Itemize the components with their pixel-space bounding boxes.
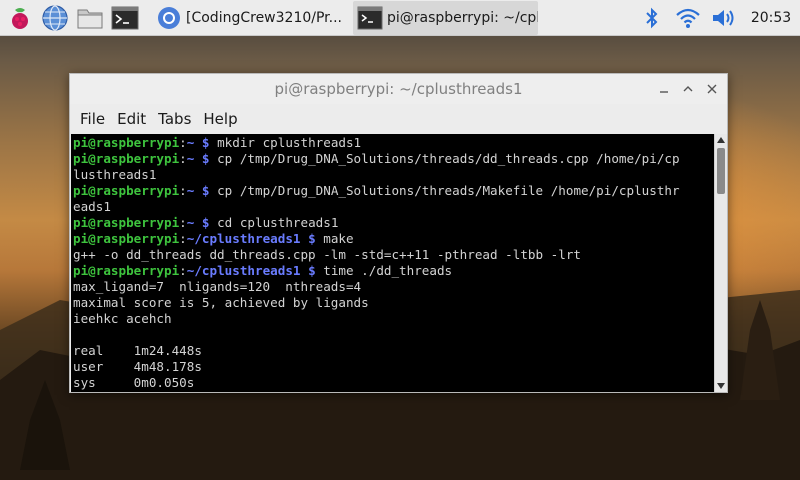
chrome-icon bbox=[158, 6, 180, 29]
prompt-path: ~/cplusthreads1 $ bbox=[186, 263, 316, 278]
terminal-text: ieehkc acehch bbox=[73, 311, 172, 326]
prompt-path: ~ $ bbox=[186, 183, 210, 198]
prompt-user: pi@raspberrypi bbox=[73, 231, 180, 246]
terminal-text: g++ -o dd_threads dd_threads.cpp -lm -st… bbox=[73, 247, 581, 262]
taskbar-task-terminal[interactable]: pi@raspberrypi: ~/cpl... bbox=[353, 0, 538, 35]
menu-help[interactable]: Help bbox=[197, 110, 243, 128]
scroll-down-icon[interactable] bbox=[715, 380, 727, 392]
terminal-line: pi@raspberrypi:~ $ cd cplusthreads1 bbox=[73, 215, 714, 231]
top-panel: [CodingCrew3210/Pr... pi@raspberrypi: ~/… bbox=[0, 0, 800, 36]
terminal-text: : bbox=[179, 183, 187, 198]
window-controls bbox=[655, 80, 721, 98]
terminal-line: g++ -o dd_threads dd_threads.cpp -lm -st… bbox=[73, 247, 714, 263]
terminal-text: cp /tmp/Drug_DNA_Solutions/threads/dd_th… bbox=[209, 151, 680, 166]
prompt-path: ~ $ bbox=[186, 215, 210, 230]
terminal-text: eads1 bbox=[73, 199, 111, 214]
window-titlebar[interactable]: pi@raspberrypi: ~/cplusthreads1 bbox=[70, 74, 727, 104]
globe-icon[interactable] bbox=[40, 3, 70, 33]
terminal-text: : bbox=[179, 135, 187, 150]
menu-edit[interactable]: Edit bbox=[111, 110, 152, 128]
prompt-user: pi@raspberrypi bbox=[73, 263, 180, 278]
terminal-icon bbox=[357, 6, 383, 29]
maximize-button[interactable] bbox=[679, 80, 697, 98]
folder-icon[interactable] bbox=[75, 3, 105, 33]
terminal-line: eads1 bbox=[73, 199, 714, 215]
terminal-text: user 4m48.178s bbox=[73, 359, 202, 374]
terminal-line: maximal score is 5, achieved by ligands bbox=[73, 295, 714, 311]
task-label: pi@raspberrypi: ~/cpl... bbox=[387, 9, 538, 26]
prompt-path: ~ $ bbox=[186, 151, 210, 166]
bluetooth-icon[interactable] bbox=[634, 0, 670, 36]
raspberry-icon[interactable] bbox=[5, 3, 35, 33]
clock[interactable]: 20:53 bbox=[742, 10, 800, 26]
terminal-text: lusthreads1 bbox=[73, 167, 157, 182]
prompt-user: pi@raspberrypi bbox=[73, 183, 180, 198]
terminal-line: sys 0m0.050s bbox=[73, 375, 714, 391]
prompt-user: pi@raspberrypi bbox=[73, 215, 180, 230]
terminal-output[interactable]: pi@raspberrypi:~ $ mkdir cplusthreads1 pi… bbox=[71, 134, 714, 392]
terminal-text: real 1m24.448s bbox=[73, 343, 202, 358]
terminal-text: make bbox=[315, 231, 354, 246]
terminal-window: pi@raspberrypi: ~/cplusthreads1 File Edi… bbox=[69, 73, 728, 393]
terminal-line: max_ligand=7 nligands=120 nthreads=4 bbox=[73, 279, 714, 295]
window-title: pi@raspberrypi: ~/cplusthreads1 bbox=[274, 80, 523, 98]
scrollbar-thumb[interactable] bbox=[717, 148, 725, 194]
minimize-button[interactable] bbox=[655, 80, 673, 98]
prompt-user: pi@raspberrypi bbox=[73, 151, 180, 166]
wifi-icon[interactable] bbox=[670, 0, 706, 36]
terminal-text: : bbox=[179, 231, 187, 246]
menu-bar: File Edit Tabs Help bbox=[70, 104, 727, 134]
prompt-path: ~/cplusthreads1 $ bbox=[186, 231, 316, 246]
terminal-line: real 1m24.448s bbox=[73, 343, 714, 359]
task-label: [CodingCrew3210/Pr... bbox=[186, 9, 342, 26]
terminal-text: : bbox=[179, 263, 187, 278]
terminal-text: maximal score is 5, achieved by ligands bbox=[73, 295, 369, 310]
terminal-line: lusthreads1 bbox=[73, 167, 714, 183]
terminal-line: user 4m48.178s bbox=[73, 359, 714, 375]
menu-file[interactable]: File bbox=[74, 110, 111, 128]
terminal-text: : bbox=[179, 151, 187, 166]
terminal-line: pi@raspberrypi:~ $ mkdir cplusthreads1 bbox=[73, 135, 714, 151]
terminal-line: pi@raspberrypi:~/cplusthreads1 $ make bbox=[73, 231, 714, 247]
menu-tabs[interactable]: Tabs bbox=[152, 110, 197, 128]
terminal-text: max_ligand=7 nligands=120 nthreads=4 bbox=[73, 279, 362, 294]
prompt-user: pi@raspberrypi bbox=[73, 135, 180, 150]
terminal-line: pi@raspberrypi:~ $ cp /tmp/Drug_DNA_Solu… bbox=[73, 183, 714, 199]
taskbar-task-browser[interactable]: [CodingCrew3210/Pr... bbox=[152, 1, 347, 35]
terminal-line: ieehkc acehch bbox=[73, 311, 714, 327]
terminal-text: : bbox=[179, 215, 187, 230]
terminal-line: pi@raspberrypi:~ $ cp /tmp/Drug_DNA_Solu… bbox=[73, 151, 714, 167]
volume-icon[interactable] bbox=[706, 0, 742, 36]
terminal-line: pi@raspberrypi:~/cplusthreads1 $ time ./… bbox=[73, 263, 714, 279]
prompt-path: ~ $ bbox=[186, 135, 210, 150]
terminal-text: cp /tmp/Drug_DNA_Solutions/threads/Makef… bbox=[209, 183, 680, 198]
terminal-text: sys 0m0.050s bbox=[73, 375, 195, 390]
close-button[interactable] bbox=[703, 80, 721, 98]
system-tray: 20:53 bbox=[634, 0, 800, 36]
terminal-text: cd cplusthreads1 bbox=[209, 215, 339, 230]
terminal-text: time ./dd_threads bbox=[315, 263, 453, 278]
scroll-up-icon[interactable] bbox=[715, 134, 727, 146]
terminal-text: mkdir cplusthreads1 bbox=[209, 135, 362, 150]
scrollbar[interactable] bbox=[714, 134, 727, 392]
terminal-icon[interactable] bbox=[110, 3, 140, 33]
